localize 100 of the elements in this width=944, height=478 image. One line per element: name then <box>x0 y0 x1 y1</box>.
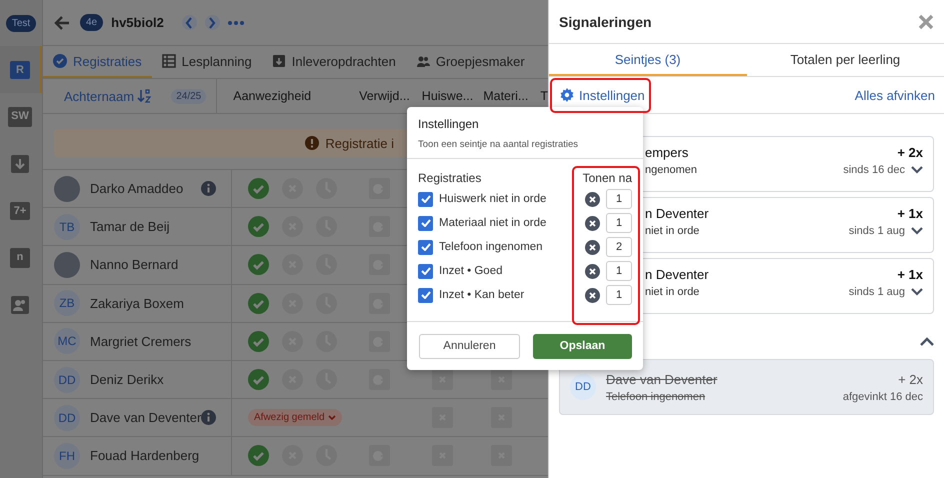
rail-item[interactable]: n <box>0 234 42 281</box>
settings-link[interactable]: Instellingen <box>560 88 645 102</box>
alert-count: + 2x <box>897 145 923 160</box>
alert-date: sinds 16 dec <box>843 164 905 176</box>
number-input[interactable]: 1 <box>606 189 632 209</box>
save-button[interactable]: Opslaan <box>533 334 632 358</box>
alert-reason: Telefoon ingenomen <box>606 390 706 402</box>
present-check-icon[interactable] <box>248 254 269 276</box>
alert-date: sinds 1 aug <box>848 286 905 298</box>
tab[interactable]: Inleveropdrachten <box>262 46 406 78</box>
number-input[interactable]: 2 <box>606 237 632 257</box>
x-square-icon[interactable] <box>491 369 512 390</box>
x-square-icon[interactable] <box>432 369 453 390</box>
student-name: n Deventer <box>645 267 709 282</box>
column-header[interactable]: Materi... <box>483 89 528 103</box>
alert-count: + 1x <box>897 206 923 221</box>
rail-item[interactable]: SW <box>0 93 42 140</box>
clear-icon[interactable] <box>585 288 600 302</box>
checkbox[interactable] <box>418 240 433 254</box>
tab[interactable]: Seintjes (3) <box>549 44 746 76</box>
next-button[interactable] <box>204 15 220 30</box>
student-name[interactable]: Nanno Bernard <box>90 257 178 272</box>
tab[interactable]: Totalen per leerling <box>746 44 944 76</box>
student-name[interactable]: Margriet Cremers <box>90 334 192 349</box>
class-badge: 4e <box>80 14 104 31</box>
checkbox[interactable] <box>418 288 433 302</box>
photo-placeholder <box>54 252 80 278</box>
tab[interactable]: Groepjesmaker <box>406 46 535 78</box>
cancel-button[interactable]: Annuleren <box>419 334 520 358</box>
initials-avatar: DD <box>54 404 80 431</box>
alert-reason: niet in orde <box>645 225 700 237</box>
absence-status-dropdown[interactable]: Afwezig gemeld <box>248 409 342 426</box>
sort-icon[interactable] <box>137 89 152 103</box>
chevron-up-icon[interactable] <box>920 337 934 346</box>
student-count-badge: 24/25 <box>171 88 206 104</box>
alert-count: + 2x <box>898 372 923 386</box>
clear-icon[interactable] <box>585 264 600 278</box>
info-icon[interactable] <box>201 410 216 426</box>
present-check-icon[interactable] <box>248 292 269 314</box>
caret-icon <box>328 414 336 421</box>
checkbox[interactable] <box>418 264 433 278</box>
warning-text: Registratie i <box>325 136 394 150</box>
number-input[interactable]: 1 <box>606 261 632 281</box>
more-icon[interactable] <box>228 20 244 24</box>
student-name[interactable]: Tamar de Beij <box>90 219 170 234</box>
column-header[interactable]: Huiswe... <box>422 89 474 103</box>
rail-icon: R <box>10 60 30 78</box>
clear-icon[interactable] <box>585 216 600 230</box>
column-heading: Tonen na <box>582 171 632 185</box>
column-header[interactable]: T <box>540 89 548 103</box>
check-all-link[interactable]: Alles afvinken <box>854 88 935 102</box>
column-header[interactable]: Aanwezigheid <box>233 89 312 103</box>
alert-reason: ngenomen <box>645 164 697 176</box>
rail-item[interactable]: R <box>0 46 42 93</box>
settings-icon <box>560 88 574 102</box>
sort-button[interactable]: Achternaam <box>64 88 134 104</box>
rail-icon: 7+ <box>10 202 30 220</box>
environment-badge: Test <box>6 14 36 32</box>
number-input[interactable]: 1 <box>606 213 632 233</box>
student-name[interactable]: Deniz Derikx <box>90 372 164 388</box>
student-name[interactable]: Dave van Deventer <box>90 410 202 426</box>
checkbox-label[interactable]: Telefoon ingenomen <box>439 241 543 253</box>
checked-off-card[interactable]: DD Dave van Deventer + 2x Telefoon ingenomen afgevinkt 16 dec <box>559 359 934 415</box>
initials-avatar: TB <box>54 214 80 240</box>
tab[interactable]: Registraties <box>43 46 152 78</box>
present-check-icon[interactable] <box>248 330 269 352</box>
clear-icon[interactable] <box>585 192 600 206</box>
section-heading: Registraties <box>418 171 482 185</box>
student-name[interactable]: Zakariya Boxem <box>90 296 184 311</box>
download-icon <box>272 54 286 68</box>
column-header[interactable]: Verwijd... <box>359 89 410 103</box>
present-check-icon[interactable] <box>248 178 269 200</box>
number-input[interactable]: 1 <box>606 285 632 305</box>
checkbox-label[interactable]: Inzet • Goed <box>439 265 502 277</box>
info-icon[interactable] <box>201 181 216 196</box>
checkbox[interactable] <box>418 192 433 206</box>
checked-off-date: afgevinkt 16 dec <box>842 390 923 402</box>
back-arrow-icon[interactable] <box>54 16 70 30</box>
rail-icon: SW <box>8 106 32 126</box>
student-name[interactable]: Darko Amaddeo <box>90 181 184 196</box>
chevron-down-icon[interactable] <box>911 288 923 296</box>
close-icon[interactable] <box>918 14 934 30</box>
chevron-down-icon[interactable] <box>911 227 923 235</box>
rail-item[interactable]: 7+ <box>0 187 42 234</box>
checkbox-label[interactable]: Huiswerk niet in orde <box>439 193 546 205</box>
checkbox[interactable] <box>418 216 433 230</box>
rail-icon: n <box>10 248 30 268</box>
clear-icon[interactable] <box>585 240 600 254</box>
check-circle-icon <box>53 54 67 68</box>
present-check-icon[interactable] <box>248 216 269 238</box>
chevron-down-icon[interactable] <box>911 166 923 174</box>
checkbox-label[interactable]: Materiaal niet in orde <box>439 217 546 229</box>
initials-avatar: DD <box>54 366 80 393</box>
present-check-icon[interactable] <box>248 369 269 390</box>
checkbox-label[interactable]: Inzet • Kan beter <box>439 289 524 301</box>
present-check-icon[interactable] <box>248 445 269 466</box>
student-name[interactable]: Fouad Hardenberg <box>90 448 200 464</box>
initials-avatar: DD <box>570 374 596 400</box>
tab[interactable]: Lesplanning <box>152 46 262 78</box>
previous-button[interactable] <box>182 15 197 30</box>
